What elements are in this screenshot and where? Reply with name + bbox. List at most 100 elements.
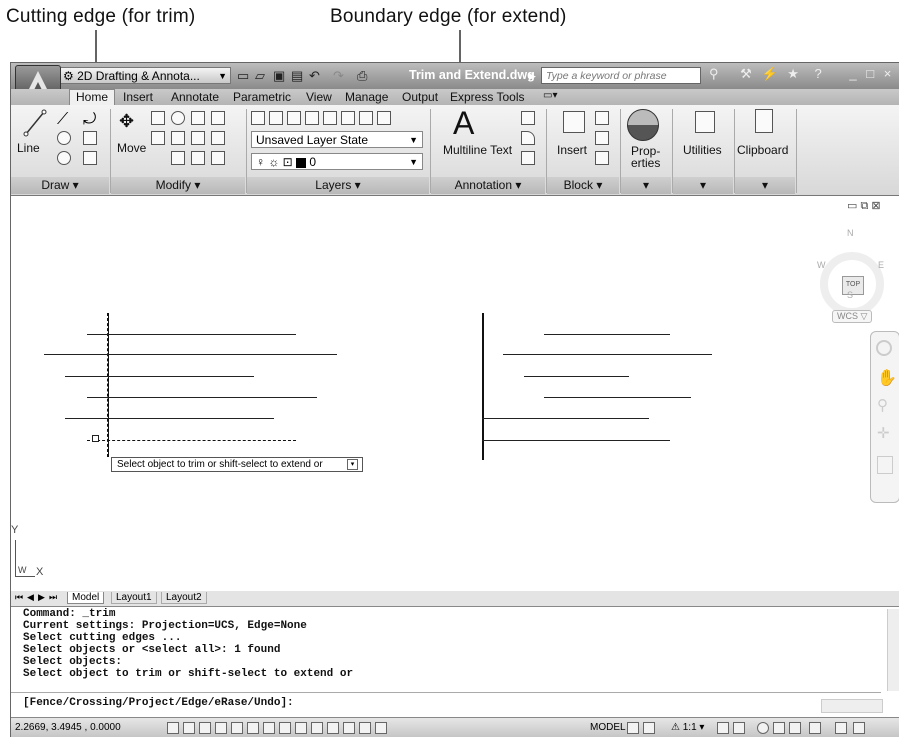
layer-off-icon[interactable]	[359, 111, 373, 125]
drawing-line[interactable]	[87, 397, 317, 398]
clean-screen-icon[interactable]	[853, 722, 865, 734]
exchange-icon[interactable]: ⚡	[761, 66, 777, 81]
tab-insert[interactable]: Insert	[123, 90, 153, 104]
utilities-button[interactable]: Utilities	[683, 143, 722, 157]
status-bar-menu-icon[interactable]	[835, 722, 847, 734]
offset-icon[interactable]	[211, 151, 225, 165]
utilities-icon[interactable]	[695, 111, 715, 133]
table-icon[interactable]	[521, 151, 535, 165]
favorites-star-icon[interactable]: ★	[787, 66, 799, 81]
edit-block-icon[interactable]	[595, 131, 609, 145]
erase-icon[interactable]	[211, 111, 225, 125]
binoculars-icon[interactable]: ⚲	[709, 66, 719, 81]
clipboard-icon[interactable]	[755, 109, 773, 133]
tab-home[interactable]: Home	[69, 89, 116, 106]
layer-unisolate-icon[interactable]	[323, 111, 337, 125]
trim-icon[interactable]	[191, 111, 205, 125]
drawing-line[interactable]	[65, 376, 254, 377]
annotation-panel-label[interactable]: Annotation ▾	[431, 177, 545, 194]
clipboard-panel-dropdown[interactable]: ▾	[735, 177, 795, 194]
open-folder-icon[interactable]: ▱	[255, 68, 265, 84]
rectangle-icon[interactable]	[83, 131, 97, 145]
layout-nav-last-icon[interactable]: ⏭	[49, 592, 57, 603]
ellipse-icon[interactable]	[57, 151, 71, 165]
orbit-icon[interactable]: ✛	[877, 424, 890, 442]
array-icon[interactable]	[191, 151, 205, 165]
properties-icon[interactable]	[627, 109, 659, 141]
viewcube-north[interactable]: N	[847, 228, 854, 238]
redo-icon[interactable]: ↷	[333, 68, 344, 84]
layer-isolate-icon[interactable]	[305, 111, 319, 125]
drawing-line[interactable]	[44, 354, 337, 355]
drawing-canvas[interactable]: ▭ ⧉ ⊠ TOP N S E W WCS ▽ ✋ ⚲ ✛ Select obj…	[11, 196, 899, 592]
ortho-mode-icon[interactable]	[215, 722, 227, 734]
infer-constraints-icon[interactable]	[167, 722, 179, 734]
tab-parametric[interactable]: Parametric	[233, 90, 291, 104]
layer-previous-icon[interactable]	[287, 111, 301, 125]
block-panel-label[interactable]: Block ▾	[547, 177, 619, 194]
arc-icon[interactable]: ⤾	[83, 111, 97, 128]
wcs-menu[interactable]: WCS ▽	[832, 310, 873, 323]
insert-button[interactable]: Insert	[557, 143, 587, 157]
boundary-edge-line[interactable]	[482, 313, 484, 460]
minimize-icon[interactable]: _	[849, 66, 856, 81]
selection-cycling-icon[interactable]	[375, 722, 387, 734]
viewport-restore-icon[interactable]: ⧉	[860, 200, 868, 212]
viewport-close-icon[interactable]: ⊠	[871, 200, 880, 212]
explode-icon[interactable]	[211, 131, 225, 145]
drawing-line[interactable]	[544, 397, 691, 398]
search-input[interactable]: Type a keyword or phrase	[541, 67, 701, 84]
layout-nav-first-icon[interactable]: ⏮	[15, 592, 23, 603]
multiline-text-icon[interactable]: A	[453, 105, 474, 142]
drawing-line[interactable]	[503, 354, 712, 355]
quick-view-drawings-icon[interactable]	[643, 722, 655, 734]
zoom-icon[interactable]: ⚲	[877, 396, 888, 414]
showmotion-icon[interactable]	[877, 456, 893, 474]
leader-icon[interactable]	[521, 131, 535, 145]
create-block-icon[interactable]	[595, 111, 609, 125]
command-hscrollbar[interactable]	[821, 699, 883, 713]
stretch-icon[interactable]	[191, 131, 205, 145]
layer-freeze-icon[interactable]	[341, 111, 355, 125]
rotate-icon[interactable]	[171, 111, 185, 125]
drawing-line[interactable]	[544, 334, 670, 335]
plot-icon[interactable]: ⎙	[357, 68, 367, 84]
undo-icon[interactable]: ↶	[309, 68, 320, 84]
drawing-line[interactable]	[482, 418, 649, 419]
layer-lock-icon[interactable]	[377, 111, 391, 125]
move-icon[interactable]: ✥	[119, 111, 134, 132]
polar-tracking-icon[interactable]	[231, 722, 243, 734]
polyline-icon[interactable]: ⟋	[57, 111, 71, 128]
viewport-minimize-icon[interactable]: ▭	[847, 200, 857, 212]
clipboard-button[interactable]: Clipboard	[737, 143, 788, 157]
utilities-panel-dropdown[interactable]: ▾	[673, 177, 733, 194]
copy-icon[interactable]	[151, 111, 165, 125]
draw-panel-label[interactable]: Draw ▾	[11, 177, 109, 194]
fillet-icon[interactable]	[171, 131, 185, 145]
object-snap-icon[interactable]	[247, 722, 259, 734]
communication-icon[interactable]: ⚒	[740, 66, 752, 81]
dynamic-input-icon[interactable]	[311, 722, 323, 734]
viewcube-west[interactable]: W	[817, 260, 826, 270]
tab-express-tools[interactable]: Express Tools	[450, 90, 524, 104]
save-icon[interactable]: ▣	[273, 68, 285, 84]
3d-object-snap-icon[interactable]	[263, 722, 275, 734]
multiline-text-button[interactable]: Multiline Text	[443, 143, 512, 157]
isolate-objects-icon[interactable]	[809, 722, 821, 734]
annotation-scale[interactable]: ⚠ 1:1 ▾	[671, 722, 704, 733]
coordinate-readout[interactable]: 2.2669, 3.4945 , 0.0000	[15, 722, 121, 733]
dimension-icon[interactable]	[521, 111, 535, 125]
lineweight-icon[interactable]	[327, 722, 339, 734]
object-snap-tracking-icon[interactable]	[279, 722, 291, 734]
layer-match-icon[interactable]	[269, 111, 283, 125]
allow-dynamic-ucs-icon[interactable]	[295, 722, 307, 734]
line-button[interactable]: Line	[17, 141, 40, 155]
close-icon[interactable]: ×	[884, 66, 892, 81]
pan-icon[interactable]: ✋	[877, 368, 897, 388]
auto-scale-icon[interactable]	[733, 722, 745, 734]
annotation-visibility-icon[interactable]	[717, 722, 729, 734]
circle-icon[interactable]	[57, 131, 71, 145]
layer-properties-icon[interactable]	[251, 111, 265, 125]
layout-tab-layout1[interactable]: Layout1	[111, 592, 157, 604]
layout-nav-next-icon[interactable]: ▶	[38, 592, 45, 603]
